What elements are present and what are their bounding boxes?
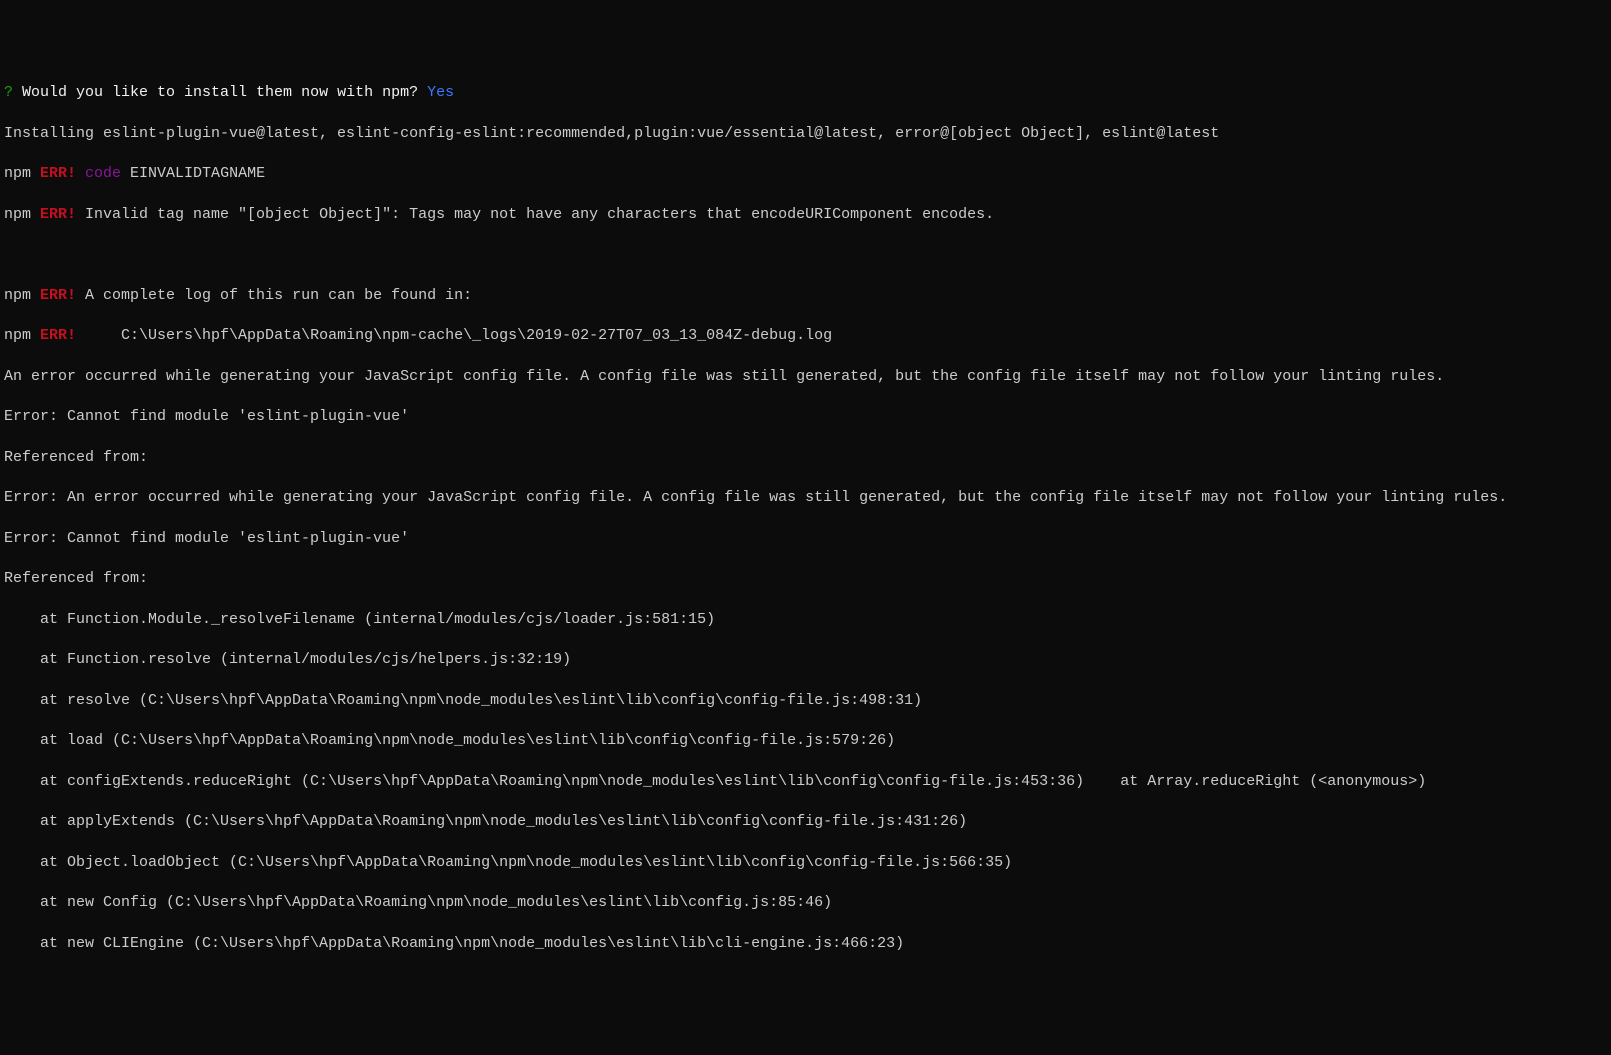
npm-err-log-line: npm ERR! A complete log of this run can … <box>4 286 1607 306</box>
log-msg: A complete log of this run can be found … <box>76 287 472 304</box>
err-label: ERR! <box>40 165 76 182</box>
err-label: ERR! <box>40 287 76 304</box>
blank-line <box>4 245 1607 265</box>
error-generate-line: An error occurred while generating your … <box>4 367 1607 387</box>
code-value: EINVALIDTAGNAME <box>121 165 265 182</box>
npm-prefix: npm <box>4 165 40 182</box>
stack-trace-line: at applyExtends (C:\Users\hpf\AppData\Ro… <box>4 812 1607 832</box>
stack-trace-line: at Object.loadObject (C:\Users\hpf\AppDa… <box>4 853 1607 873</box>
err-label: ERR! <box>40 327 76 344</box>
npm-prefix: npm <box>4 287 40 304</box>
prompt-marker: ? <box>4 84 13 101</box>
stack-trace-line: at resolve (C:\Users\hpf\AppData\Roaming… <box>4 691 1607 711</box>
prompt-answer: Yes <box>427 84 454 101</box>
stack-trace-line: at Function.Module._resolveFilename (int… <box>4 610 1607 630</box>
npm-err-logpath-line: npm ERR! C:\Users\hpf\AppData\Roaming\np… <box>4 326 1607 346</box>
err-label: ERR! <box>40 206 76 223</box>
installing-line: Installing eslint-plugin-vue@latest, esl… <box>4 124 1607 144</box>
prompt-line: ? Would you like to install them now wit… <box>4 83 1607 103</box>
log-path: C:\Users\hpf\AppData\Roaming\npm-cache\_… <box>76 327 832 344</box>
err-invalid-msg: Invalid tag name "[object Object]": Tags… <box>76 206 994 223</box>
prompt-question: Would you like to install them now with … <box>13 84 427 101</box>
stack-trace-line: at new CLIEngine (C:\Users\hpf\AppData\R… <box>4 934 1607 954</box>
stack-trace-line: at configExtends.reduceRight (C:\Users\h… <box>4 772 1607 792</box>
error-generate-line-2: Error: An error occurred while generatin… <box>4 488 1607 508</box>
code-label: code <box>76 165 121 182</box>
referenced-from-line: Referenced from: <box>4 448 1607 468</box>
npm-err-code-line: npm ERR! code EINVALIDTAGNAME <box>4 164 1607 184</box>
error-cannot-find-line: Error: Cannot find module 'eslint-plugin… <box>4 407 1607 427</box>
stack-trace-line: at load (C:\Users\hpf\AppData\Roaming\np… <box>4 731 1607 751</box>
stack-trace-line: at Function.resolve (internal/modules/cj… <box>4 650 1607 670</box>
npm-prefix: npm <box>4 206 40 223</box>
stack-trace-line: at new Config (C:\Users\hpf\AppData\Roam… <box>4 893 1607 913</box>
error-cannot-find-line-2: Error: Cannot find module 'eslint-plugin… <box>4 529 1607 549</box>
npm-prefix: npm <box>4 327 40 344</box>
npm-err-invalid-line: npm ERR! Invalid tag name "[object Objec… <box>4 205 1607 225</box>
referenced-from-line-2: Referenced from: <box>4 569 1607 589</box>
